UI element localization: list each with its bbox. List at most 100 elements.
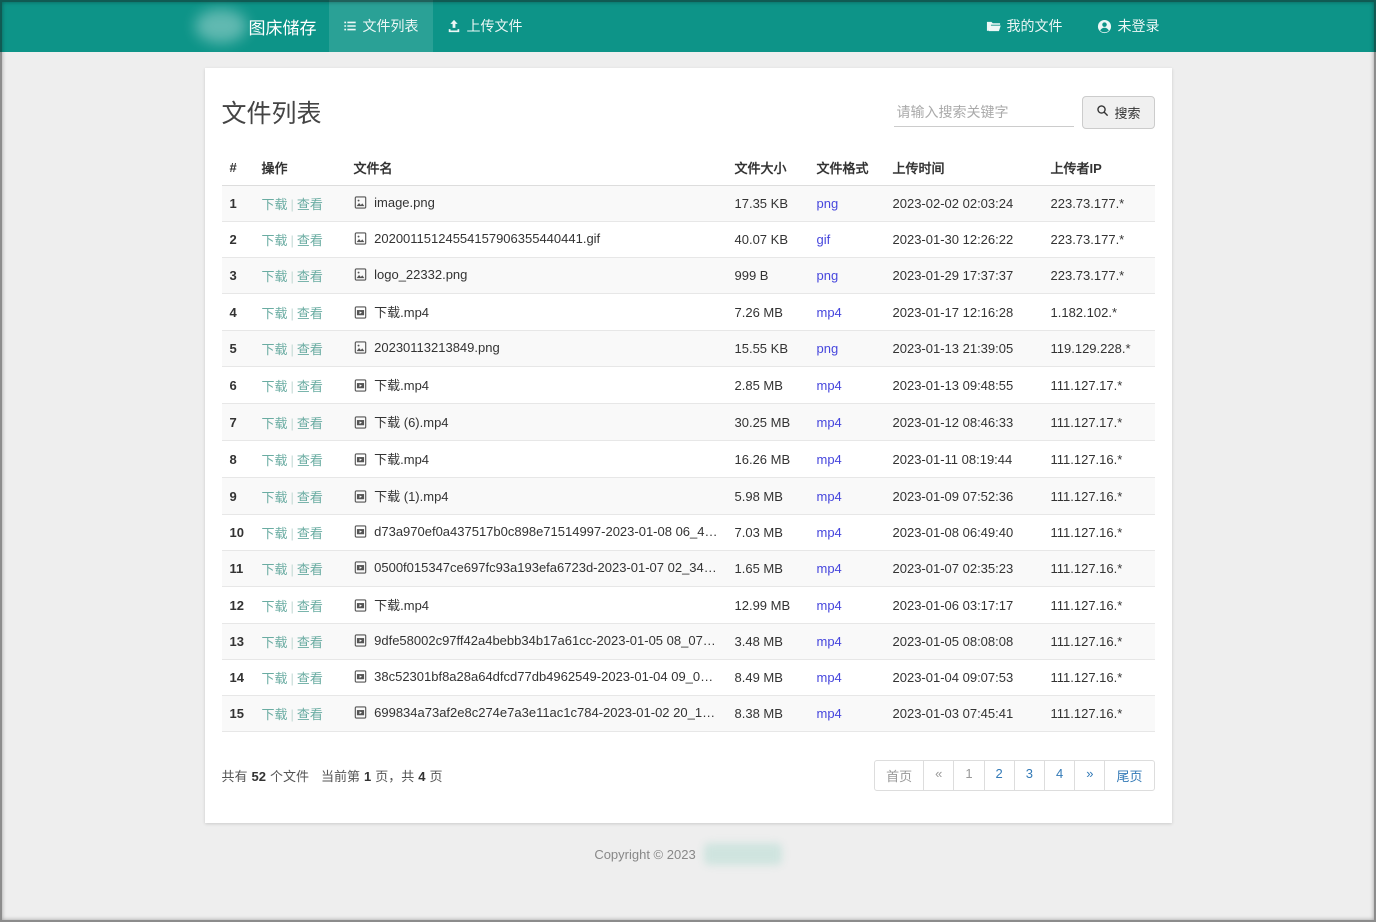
- download-link[interactable]: 下载: [262, 526, 288, 541]
- upload-time: 2023-01-11 08:19:44: [885, 441, 1043, 478]
- pagination-button[interactable]: »: [1074, 760, 1105, 791]
- uploader-ip: 223.73.177.*: [1043, 258, 1155, 294]
- table-row: 2 下载|查看 20200115124554157906355440441.gi…: [222, 222, 1155, 258]
- nav-item-file-list[interactable]: 文件列表: [329, 0, 433, 52]
- row-format-cell: mp4: [809, 587, 885, 624]
- summary-text: 当前第: [321, 766, 360, 785]
- file-format-link[interactable]: png: [817, 268, 839, 283]
- file-format-link[interactable]: mp4: [817, 670, 842, 685]
- search-button[interactable]: 搜索: [1082, 96, 1154, 129]
- row-index: 3: [222, 258, 254, 294]
- pagination-button[interactable]: 2: [984, 760, 1015, 791]
- pagination-button[interactable]: 尾页: [1104, 760, 1154, 791]
- file-size: 16.26 MB: [727, 441, 809, 478]
- pagination: 首页«1234»尾页: [874, 760, 1154, 791]
- file-video-icon: [354, 634, 367, 650]
- file-size: 30.25 MB: [727, 404, 809, 441]
- row-filename-cell: 下载.mp4: [346, 367, 727, 404]
- file-size: 5.98 MB: [727, 478, 809, 515]
- table-row: 12 下载|查看 下载.mp4 12.99 MB mp4 2023-01-06 …: [222, 587, 1155, 624]
- view-link[interactable]: 查看: [297, 635, 323, 650]
- file-list-card: 文件列表 搜索 # 操作 文件名 文件大小 文件格式 上传时间 上传者IP: [205, 68, 1172, 823]
- download-link[interactable]: 下载: [262, 599, 288, 614]
- file-format-link[interactable]: mp4: [817, 489, 842, 504]
- action-separator: |: [291, 197, 294, 212]
- download-link[interactable]: 下载: [262, 197, 288, 212]
- row-actions: 下载|查看: [254, 660, 346, 696]
- download-link[interactable]: 下载: [262, 233, 288, 248]
- view-link[interactable]: 查看: [297, 416, 323, 431]
- file-name: 下载.mp4: [374, 378, 429, 393]
- file-format-link[interactable]: mp4: [817, 634, 842, 649]
- view-link[interactable]: 查看: [297, 233, 323, 248]
- download-link[interactable]: 下载: [262, 269, 288, 284]
- table-row: 15 下载|查看 699834a73af2e8c274e7a3e11ac1c78…: [222, 696, 1155, 732]
- file-table: # 操作 文件名 文件大小 文件格式 上传时间 上传者IP 1 下载|查看: [222, 150, 1155, 732]
- row-index: 4: [222, 294, 254, 331]
- row-actions: 下载|查看: [254, 515, 346, 551]
- view-link[interactable]: 查看: [297, 599, 323, 614]
- download-link[interactable]: 下载: [262, 342, 288, 357]
- download-link[interactable]: 下载: [262, 416, 288, 431]
- pagination-button: 首页: [874, 760, 924, 791]
- download-link[interactable]: 下载: [262, 490, 288, 505]
- download-link[interactable]: 下载: [262, 671, 288, 686]
- pagination-button[interactable]: 4: [1044, 760, 1075, 791]
- file-format-link[interactable]: mp4: [817, 706, 842, 721]
- view-link[interactable]: 查看: [297, 379, 323, 394]
- file-format-link[interactable]: mp4: [817, 452, 842, 467]
- file-format-link[interactable]: gif: [817, 232, 831, 247]
- copyright-text: Copyright © 2023: [594, 847, 695, 862]
- row-index: 2: [222, 222, 254, 258]
- file-format-link[interactable]: mp4: [817, 415, 842, 430]
- file-format-link[interactable]: png: [817, 341, 839, 356]
- download-link[interactable]: 下载: [262, 707, 288, 722]
- download-link[interactable]: 下载: [262, 562, 288, 577]
- file-format-link[interactable]: png: [817, 196, 839, 211]
- search-button-label: 搜索: [1114, 103, 1140, 122]
- file-video-icon: [354, 706, 367, 722]
- file-format-link[interactable]: mp4: [817, 525, 842, 540]
- header-index: #: [222, 150, 254, 186]
- file-format-link[interactable]: mp4: [817, 561, 842, 576]
- view-link[interactable]: 查看: [297, 342, 323, 357]
- brand-link[interactable]: 图床储存: [195, 0, 317, 52]
- search-input[interactable]: [894, 98, 1074, 127]
- view-link[interactable]: 查看: [297, 671, 323, 686]
- pagination-button[interactable]: 3: [1014, 760, 1045, 791]
- view-link[interactable]: 查看: [297, 490, 323, 505]
- view-link[interactable]: 查看: [297, 707, 323, 722]
- file-format-link[interactable]: mp4: [817, 598, 842, 613]
- row-filename-cell: image.png: [346, 186, 727, 222]
- view-link[interactable]: 查看: [297, 453, 323, 468]
- row-actions: 下载|查看: [254, 258, 346, 294]
- file-video-icon: [354, 599, 367, 615]
- file-video-icon: [354, 453, 367, 469]
- copyright-redacted-blob: [704, 843, 782, 865]
- row-format-cell: mp4: [809, 441, 885, 478]
- view-link[interactable]: 查看: [297, 306, 323, 321]
- nav-item-my-files[interactable]: 我的文件: [974, 0, 1075, 52]
- nav-item-login-status[interactable]: 未登录: [1085, 0, 1172, 52]
- row-index: 1: [222, 186, 254, 222]
- view-link[interactable]: 查看: [297, 562, 323, 577]
- download-link[interactable]: 下载: [262, 635, 288, 650]
- download-link[interactable]: 下载: [262, 306, 288, 321]
- table-row: 8 下载|查看 下载.mp4 16.26 MB mp4 2023-01-11 0…: [222, 441, 1155, 478]
- view-link[interactable]: 查看: [297, 526, 323, 541]
- view-link[interactable]: 查看: [297, 269, 323, 284]
- header-filename: 文件名: [346, 150, 727, 186]
- action-separator: |: [291, 490, 294, 505]
- row-index: 12: [222, 587, 254, 624]
- row-actions: 下载|查看: [254, 478, 346, 515]
- download-link[interactable]: 下载: [262, 453, 288, 468]
- nav-item-upload[interactable]: 上传文件: [433, 0, 537, 52]
- action-separator: |: [291, 635, 294, 650]
- file-format-link[interactable]: mp4: [817, 378, 842, 393]
- table-row: 7 下载|查看 下载 (6).mp4 30.25 MB mp4 2023-01-…: [222, 404, 1155, 441]
- file-format-link[interactable]: mp4: [817, 305, 842, 320]
- download-link[interactable]: 下载: [262, 379, 288, 394]
- row-format-cell: mp4: [809, 478, 885, 515]
- nav-item-label: 我的文件: [1007, 16, 1063, 36]
- view-link[interactable]: 查看: [297, 197, 323, 212]
